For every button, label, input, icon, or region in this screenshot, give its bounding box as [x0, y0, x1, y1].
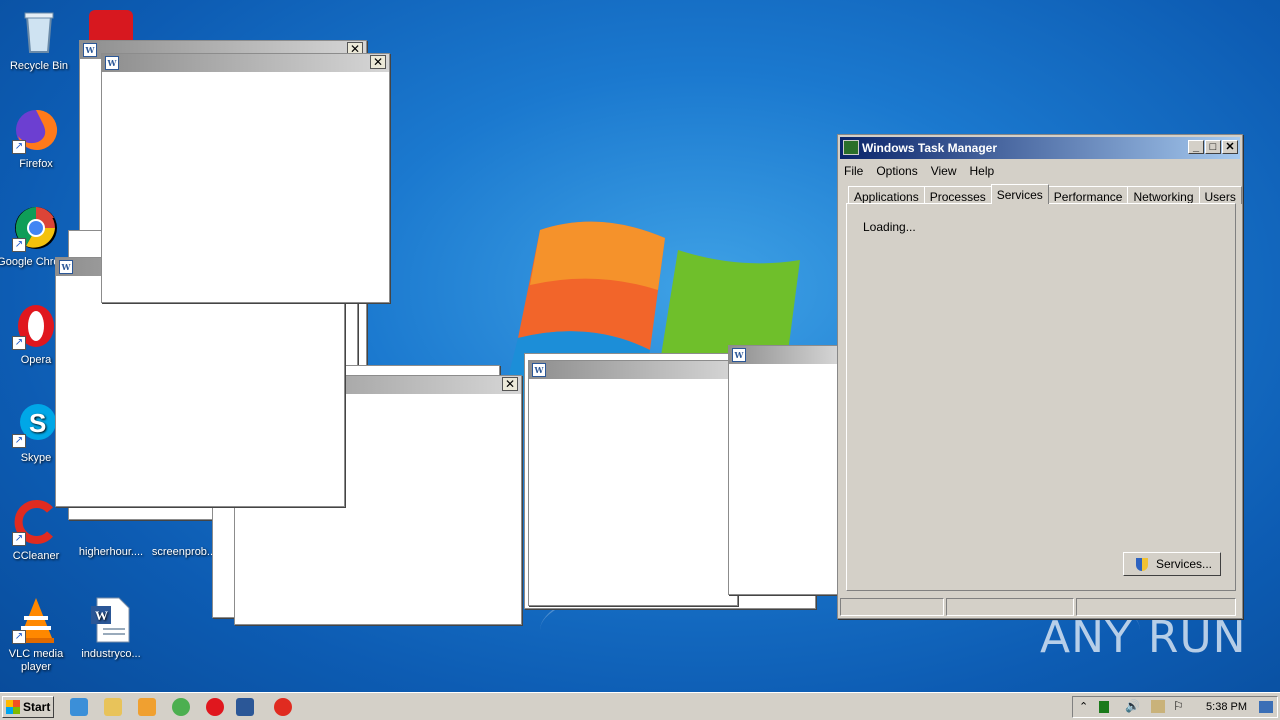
ccleaner-icon: ↗: [12, 498, 60, 546]
minimize-icon[interactable]: _: [1188, 140, 1204, 154]
desktop-icon-label: industryco...: [81, 648, 141, 660]
shortcut-arrow-icon: ↗: [12, 140, 26, 154]
recycle-bin-icon: [15, 8, 63, 56]
status-pane-1: [840, 598, 944, 616]
blank-window-7[interactable]: W: [728, 345, 840, 595]
menu-options[interactable]: Options: [876, 164, 917, 178]
windows-flag-icon: [6, 700, 20, 714]
shortcut-arrow-icon: ↗: [12, 434, 26, 448]
skype-icon: S ↗: [12, 400, 60, 448]
desktop-icon-label: VLC media player: [8, 648, 64, 673]
volume-icon[interactable]: 🔊: [1125, 699, 1140, 713]
word-app-icon: W: [732, 348, 746, 362]
task-manager-titlebar[interactable]: Windows Task Manager _ □ ✕: [840, 137, 1240, 159]
menu-bar: File Options View Help: [838, 161, 1242, 181]
desktop-icon-label: Firefox: [19, 158, 53, 170]
word-doc-icon: W: [87, 596, 135, 644]
media-player-icon[interactable]: [138, 698, 156, 716]
tab-users[interactable]: Users: [1198, 186, 1242, 204]
desktop-icon-label: screenprob...: [151, 546, 217, 558]
desktop-icon-label: CCleaner: [12, 550, 60, 562]
chrome-taskbar-icon[interactable]: [172, 698, 190, 716]
word-taskbar-icon[interactable]: [236, 698, 254, 716]
menu-view[interactable]: View: [931, 164, 957, 178]
opera-icon: ↗: [12, 302, 60, 350]
services-panel: Loading... Services...: [846, 203, 1236, 591]
shortcut-arrow-icon: ↗: [12, 630, 26, 644]
task-manager-tray-icon[interactable]: [1099, 701, 1109, 713]
anyrun-watermark: ANY RUN: [1040, 612, 1247, 663]
desktop-icon-label: Opera: [20, 354, 52, 366]
close-icon[interactable]: ✕: [1222, 140, 1238, 154]
ccleaner-taskbar-icon[interactable]: [274, 698, 292, 716]
desktop-icon-label: higherhour....: [78, 546, 144, 558]
uac-shield-icon: [1136, 558, 1148, 571]
desktop-icon-vlc[interactable]: ↗ VLC media player: [0, 596, 75, 674]
blank-window-6[interactable]: W: [528, 360, 738, 606]
tab-strip: Applications Processes Services Performa…: [848, 184, 1242, 204]
shortcut-arrow-icon: ↗: [12, 336, 26, 350]
window-titlebar[interactable]: W: [729, 346, 839, 364]
desktop-icon-file-1[interactable]: higherhour....: [72, 546, 150, 559]
start-label: Start: [23, 700, 51, 714]
taskbar: Start ⌃ 🔊 ⚐ 5:38 PM: [0, 692, 1280, 720]
desktop-icon-label: Skype: [20, 452, 52, 464]
menu-file[interactable]: File: [844, 164, 863, 178]
blank-window-9[interactable]: W ✕: [101, 53, 390, 303]
start-button[interactable]: Start: [2, 696, 54, 718]
window-title: Windows Task Manager: [862, 141, 998, 155]
opera-taskbar-icon[interactable]: [206, 698, 224, 716]
chrome-icon: ↗: [12, 204, 60, 252]
desktop-icon-recycle-bin[interactable]: Recycle Bin: [0, 8, 78, 73]
window-titlebar[interactable]: W ✕: [102, 54, 389, 72]
window-titlebar[interactable]: W: [529, 361, 737, 379]
word-app-icon: W: [532, 363, 546, 377]
desktop-icon-ccleaner[interactable]: ↗ CCleaner: [0, 498, 75, 563]
word-app-icon: W: [59, 260, 73, 274]
firefox-icon: ↗: [12, 106, 60, 154]
word-app-icon: W: [105, 56, 119, 70]
services-button[interactable]: Services...: [1123, 552, 1221, 576]
close-icon[interactable]: ✕: [502, 377, 518, 391]
tab-performance[interactable]: Performance: [1047, 186, 1129, 204]
show-desktop-icon[interactable]: [1259, 701, 1273, 713]
loading-text: Loading...: [863, 220, 916, 234]
tab-networking[interactable]: Networking: [1127, 186, 1200, 204]
shortcut-arrow-icon: ↗: [12, 238, 26, 252]
svg-text:S: S: [29, 408, 46, 438]
tab-processes[interactable]: Processes: [923, 186, 992, 204]
desktop-icon-firefox[interactable]: ↗ Firefox: [0, 106, 75, 171]
tab-services[interactable]: Services: [990, 184, 1049, 204]
clock[interactable]: 5:38 PM: [1206, 701, 1247, 713]
task-manager-window[interactable]: Windows Task Manager _ □ ✕ File Options …: [837, 134, 1243, 619]
maximize-icon[interactable]: □: [1205, 140, 1221, 154]
shortcut-arrow-icon: ↗: [12, 532, 26, 546]
explorer-icon[interactable]: [104, 698, 122, 716]
close-icon[interactable]: ✕: [370, 55, 386, 69]
action-center-flag-icon[interactable]: ⚐: [1173, 699, 1184, 713]
desktop-icon-word-doc[interactable]: W industryco...: [72, 596, 150, 661]
tray-expand-icon[interactable]: ⌃: [1079, 700, 1088, 713]
svg-text:W: W: [95, 608, 108, 623]
tab-applications[interactable]: Applications: [848, 186, 925, 204]
task-manager-icon: [843, 140, 859, 155]
ie-icon[interactable]: [70, 698, 88, 716]
network-icon[interactable]: [1151, 700, 1165, 713]
system-tray: ⌃ 🔊 ⚐ 5:38 PM: [1072, 696, 1278, 718]
desktop-icon-label: Recycle Bin: [9, 60, 69, 72]
menu-help[interactable]: Help: [970, 164, 995, 178]
vlc-icon: ↗: [12, 596, 60, 644]
word-app-icon: W: [83, 43, 97, 57]
services-button-label: Services...: [1155, 557, 1212, 571]
